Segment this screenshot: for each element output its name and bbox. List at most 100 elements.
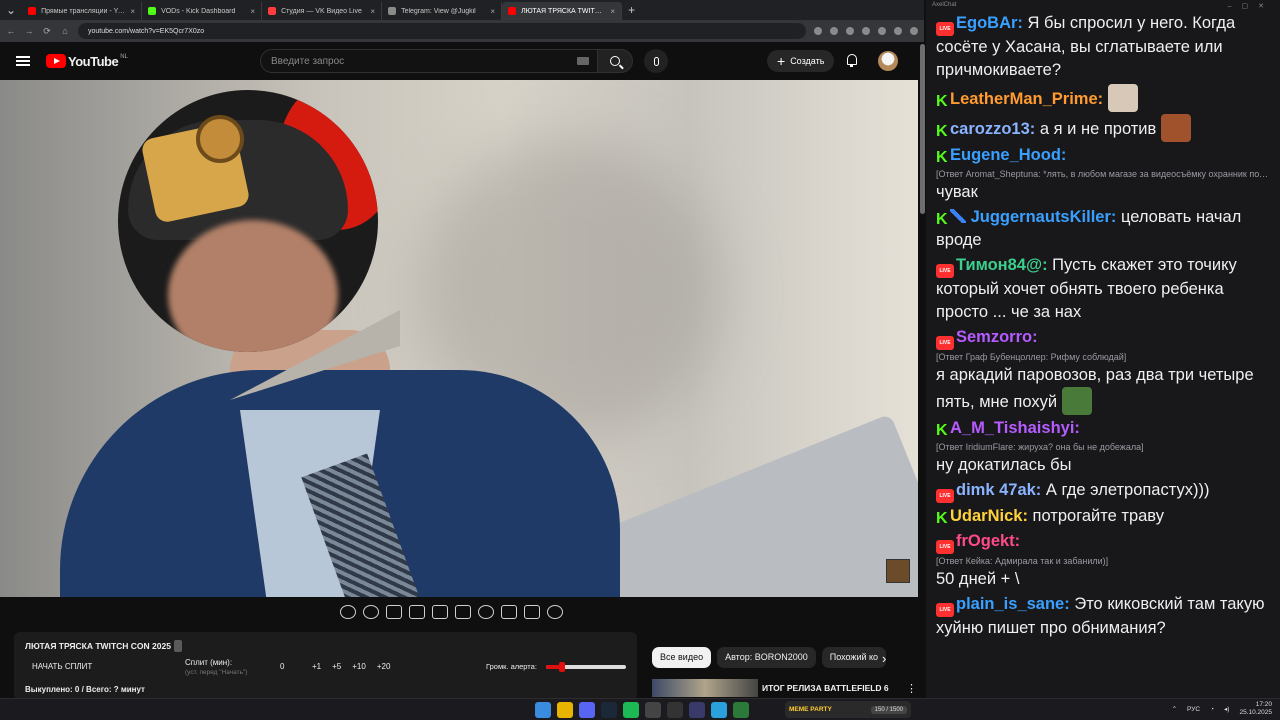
browser-tab[interactable]: Прямые трансляции - YouTube ×	[22, 2, 143, 20]
split-value[interactable]: 0	[280, 662, 284, 671]
youtube-logo[interactable]: YouTube NL	[46, 54, 128, 69]
cast-icon[interactable]	[386, 605, 402, 619]
split-step-button[interactable]: +20	[377, 662, 391, 671]
recommended-title[interactable]: ИТОГ РЕЛИЗА BATTLEFIELD 6	[762, 683, 906, 693]
split-step-button[interactable]: +1	[312, 662, 321, 671]
chat-username[interactable]: plain_is_sane:	[956, 595, 1070, 613]
microphone-icon	[653, 56, 659, 66]
more-vert-icon[interactable]: ⋮	[906, 682, 917, 695]
browser-tab[interactable]: Студия — VK Видео Live ×	[262, 2, 383, 20]
search-input[interactable]: Введите запрос	[260, 49, 598, 73]
windows-start-icon[interactable]	[535, 702, 551, 718]
split-step-button[interactable]: +5	[332, 662, 341, 671]
filter-chip[interactable]: Все видео	[652, 647, 712, 668]
tab-close-icon[interactable]: ×	[130, 7, 135, 16]
filter-chip[interactable]: Похожий ко	[821, 647, 887, 668]
clock-date: 25.10.2025	[1239, 709, 1272, 716]
search-button[interactable]	[597, 49, 633, 73]
window-controls[interactable]: –▢✕	[1228, 2, 1274, 10]
reload-icon[interactable]: ⟳	[42, 26, 52, 37]
chat-username[interactable]: JuggernautsKiller:	[971, 208, 1117, 226]
back-icon[interactable]: ←	[6, 26, 16, 36]
miniplayer-icon[interactable]	[455, 605, 471, 619]
extension-icon[interactable]	[814, 27, 822, 35]
network-icon[interactable]: ◔	[1210, 706, 1214, 713]
volume-icon[interactable]: ◂)	[1224, 705, 1229, 713]
speed-icon[interactable]	[478, 605, 494, 619]
chat-username[interactable]: Semzorro:	[956, 328, 1038, 346]
meme-party-widget[interactable]: MEME PARTY 150 / 1500	[785, 701, 911, 718]
system-tray: ⌃ РУС ◔ ◂) 17:20 25.10.2025	[1172, 701, 1272, 717]
video-icon[interactable]	[689, 702, 705, 718]
broadcast-icon[interactable]	[363, 605, 379, 619]
chat-text: 50 дней + \	[936, 570, 1020, 588]
menu-icon[interactable]	[910, 27, 918, 35]
chat-username[interactable]: LeatherMan_Prime:	[950, 90, 1103, 108]
chat-username[interactable]: A_M_Tishaishyi:	[950, 419, 1080, 437]
chat-message: LIVE Тимон84@: Пусть скажет это точику ко…	[936, 254, 1272, 324]
start-split-button[interactable]: НАЧАТЬ СПЛИТ	[32, 662, 92, 671]
obs-icon[interactable]	[645, 702, 661, 718]
chat-username[interactable]: Eugene_Hood:	[950, 146, 1066, 164]
recommended-video[interactable]: ИТОГ РЕЛИЗА BATTLEFIELD 6 ⋮	[652, 678, 917, 698]
create-button[interactable]: + Создать	[767, 50, 835, 72]
clock[interactable]: 17:20 25.10.2025	[1239, 701, 1272, 717]
tab-close-icon[interactable]: ×	[490, 7, 495, 16]
tab-close-icon[interactable]: ×	[250, 7, 255, 16]
chat-reply-quote: [Ответ Граф Бубенцоллер: Рифму соблюдай]	[936, 352, 1127, 362]
chat-username[interactable]: frOgekt:	[956, 532, 1020, 550]
tab-close-icon[interactable]: ×	[370, 7, 375, 16]
alert-volume-handle[interactable]	[559, 662, 565, 672]
chevron-right-icon[interactable]: ›	[882, 651, 886, 666]
page-scrollbar[interactable]	[920, 44, 925, 214]
spotify-icon[interactable]	[623, 702, 639, 718]
steam-icon[interactable]	[601, 702, 617, 718]
discord-icon[interactable]	[579, 702, 595, 718]
chat-username[interactable]: dimk 47ak:	[956, 481, 1041, 499]
tab-favicon-icon	[148, 7, 157, 15]
tab-close-icon[interactable]: ×	[610, 7, 615, 16]
home-icon[interactable]: ⌂	[60, 26, 70, 36]
alert-volume-slider[interactable]	[546, 662, 626, 672]
extension-icon[interactable]	[862, 27, 870, 35]
pip-icon[interactable]	[501, 605, 517, 619]
new-tab-icon[interactable]: +	[622, 3, 641, 17]
filter-chip[interactable]: Автор: BORON2000	[717, 647, 816, 668]
keyboard-icon[interactable]	[577, 57, 589, 65]
loop-icon[interactable]	[340, 605, 356, 619]
avatar[interactable]	[878, 51, 898, 71]
chrome-icon[interactable]	[557, 702, 573, 718]
chat-username[interactable]: Тимон84@:	[956, 256, 1048, 274]
app-icon[interactable]	[667, 702, 683, 718]
chat-message: Kcarozzo13: а я и не против	[936, 114, 1272, 142]
channel-watermark[interactable]	[886, 559, 910, 583]
chat-username[interactable]: EgoBAr:	[956, 14, 1023, 32]
theater-icon[interactable]	[432, 605, 448, 619]
split-step-button[interactable]: +10	[352, 662, 366, 671]
tab-menu-icon[interactable]: ⌄	[0, 3, 22, 17]
chat-username[interactable]: carozzo13:	[950, 120, 1035, 138]
profile-icon[interactable]	[894, 27, 902, 35]
chat-username[interactable]: UdarNick:	[950, 507, 1028, 525]
screenshot-icon[interactable]	[524, 605, 540, 619]
extension-icon[interactable]	[830, 27, 838, 35]
voice-search-button[interactable]	[644, 49, 668, 73]
browser-tab[interactable]: VODs - Kick Dashboard ×	[142, 2, 263, 20]
settings-icon[interactable]	[547, 605, 563, 619]
tray-arrow-icon[interactable]: ⌃	[1172, 705, 1177, 713]
meme-party-name: MEME PARTY	[789, 706, 832, 713]
notifications-icon[interactable]	[846, 54, 858, 67]
clapper-icon[interactable]	[409, 605, 425, 619]
app-icon[interactable]	[733, 702, 749, 718]
menu-icon[interactable]	[16, 54, 30, 68]
browser-tab[interactable]: ЛЮТАЯ ТРЯСКА TWITCH CON ×	[502, 2, 623, 20]
video-player[interactable]	[0, 80, 918, 597]
telegram-icon[interactable]	[711, 702, 727, 718]
browser-tab[interactable]: Telegram: View @Jugkil ×	[382, 2, 503, 20]
bookmark-icon[interactable]	[846, 27, 854, 35]
url-field[interactable]: youtube.com/watch?v=EK5Qcr7X0zo	[78, 23, 806, 39]
forward-icon[interactable]: →	[24, 26, 34, 36]
language-indicator[interactable]: РУС	[1187, 706, 1200, 713]
download-icon[interactable]	[878, 27, 886, 35]
video-thumbnail[interactable]	[652, 679, 758, 697]
